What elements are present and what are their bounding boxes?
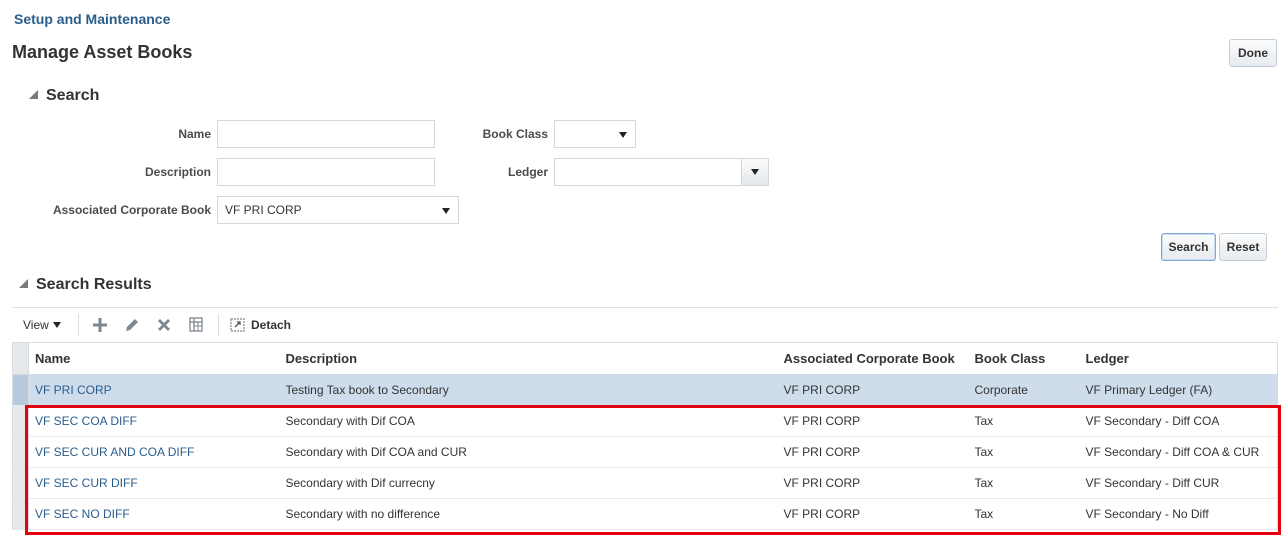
ledger-dropdown-button[interactable] xyxy=(741,159,768,185)
assoc-book-cell: VF PRI CORP xyxy=(783,374,975,406)
chevron-down-icon xyxy=(619,132,627,138)
assoc-book-cell: VF PRI CORP xyxy=(783,436,975,468)
edit-icon[interactable] xyxy=(122,315,142,335)
ledger-cell: VF Secondary - Diff COA & CUR xyxy=(1085,436,1278,468)
name-input[interactable] xyxy=(217,120,435,148)
book-class-cell: Tax xyxy=(974,436,1086,468)
breadcrumb[interactable]: Setup and Maintenance xyxy=(14,11,170,27)
ledger-cell: VF Secondary - Diff CUR xyxy=(1085,467,1278,499)
description-cell: Secondary with Dif COA and CUR xyxy=(285,436,784,468)
table-row[interactable]: VF SEC NO DIFF Secondary with no differe… xyxy=(12,498,1278,530)
description-label: Description xyxy=(144,165,211,179)
book-class-cell: Tax xyxy=(974,405,1086,437)
column-header-description[interactable]: Description xyxy=(285,342,784,375)
book-name-link[interactable]: VF SEC COA DIFF xyxy=(35,414,137,428)
book-class-label: Book Class xyxy=(482,127,548,141)
book-name-link[interactable]: VF PRI CORP xyxy=(35,383,112,397)
description-cell: Secondary with no difference xyxy=(285,498,784,530)
table-row[interactable]: VF SEC CUR AND COA DIFF Secondary with D… xyxy=(12,436,1278,468)
done-button[interactable]: Done xyxy=(1229,39,1277,67)
toolbar-separator xyxy=(78,314,79,336)
page-title: Manage Asset Books xyxy=(12,42,193,62)
ledger-cell: VF Primary Ledger (FA) xyxy=(1085,374,1278,406)
table-header-row: Name Description Associated Corporate Bo… xyxy=(12,342,1278,375)
chevron-down-icon xyxy=(751,169,759,175)
book-name-link[interactable]: VF SEC NO DIFF xyxy=(35,507,130,521)
column-header-assoc-book[interactable]: Associated Corporate Book xyxy=(783,342,975,375)
freeze-icon[interactable] xyxy=(186,315,206,335)
chevron-down-icon xyxy=(442,208,450,214)
toolbar-separator xyxy=(218,314,219,336)
table-row[interactable]: VF SEC CUR DIFF Secondary with Dif curre… xyxy=(12,467,1278,499)
column-header-name[interactable]: Name xyxy=(28,342,286,375)
book-class-select[interactable] xyxy=(554,120,636,148)
collapse-triangle-icon[interactable] xyxy=(29,90,38,99)
add-icon[interactable] xyxy=(90,315,110,335)
search-section-header[interactable]: Search xyxy=(29,87,99,105)
reset-button[interactable]: Reset xyxy=(1219,233,1267,261)
assoc-corporate-book-label: Associated Corporate Book xyxy=(52,203,211,217)
results-toolbar: View Detach xyxy=(12,312,1278,338)
assoc-book-cell: VF PRI CORP xyxy=(783,498,975,530)
name-label: Name xyxy=(178,127,211,141)
detach-icon[interactable] xyxy=(228,315,248,335)
row-header-cell[interactable] xyxy=(12,467,29,499)
description-input[interactable] xyxy=(217,158,435,186)
ledger-cell: VF Secondary - Diff COA xyxy=(1085,405,1278,437)
description-cell: Secondary with Dif COA xyxy=(285,405,784,437)
book-name-link[interactable]: VF SEC CUR AND COA DIFF xyxy=(35,445,194,459)
results-table: Name Description Associated Corporate Bo… xyxy=(12,342,1278,530)
assoc-book-cell: VF PRI CORP xyxy=(783,467,975,499)
row-header-cell[interactable] xyxy=(12,436,29,468)
column-header-book-class[interactable]: Book Class xyxy=(974,342,1086,375)
search-button[interactable]: Search xyxy=(1161,233,1216,261)
ledger-label: Ledger xyxy=(507,165,548,179)
description-cell: Testing Tax book to Secondary xyxy=(285,374,784,406)
assoc-corporate-book-value: VF PRI CORP xyxy=(225,203,302,217)
row-header-cell xyxy=(12,342,29,375)
description-cell: Secondary with Dif currecny xyxy=(285,467,784,499)
row-header-cell[interactable] xyxy=(12,405,29,437)
view-menu-label: View xyxy=(23,318,49,332)
divider xyxy=(12,307,1278,308)
ledger-cell: VF Secondary - No Diff xyxy=(1085,498,1278,530)
assoc-corporate-book-select[interactable]: VF PRI CORP xyxy=(217,196,459,224)
row-header-cell[interactable] xyxy=(12,498,29,530)
chevron-down-icon xyxy=(52,322,61,328)
book-class-cell: Corporate xyxy=(974,374,1086,406)
detach-button[interactable]: Detach xyxy=(251,318,291,332)
assoc-book-cell: VF PRI CORP xyxy=(783,405,975,437)
table-row[interactable]: VF PRI CORP Testing Tax book to Secondar… xyxy=(12,374,1278,406)
results-heading: Search Results xyxy=(36,276,152,293)
ledger-combobox[interactable] xyxy=(554,158,769,186)
view-menu[interactable]: View xyxy=(23,318,61,332)
book-class-cell: Tax xyxy=(974,467,1086,499)
book-name-link[interactable]: VF SEC CUR DIFF xyxy=(35,476,138,490)
book-class-cell: Tax xyxy=(974,498,1086,530)
delete-icon[interactable] xyxy=(154,315,174,335)
collapse-triangle-icon[interactable] xyxy=(19,279,28,288)
search-heading: Search xyxy=(46,87,100,104)
column-header-ledger[interactable]: Ledger xyxy=(1085,342,1278,375)
row-header-cell[interactable] xyxy=(12,374,29,406)
table-row[interactable]: VF SEC COA DIFF Secondary with Dif COA V… xyxy=(12,405,1278,437)
results-section-header[interactable]: Search Results xyxy=(19,276,152,294)
